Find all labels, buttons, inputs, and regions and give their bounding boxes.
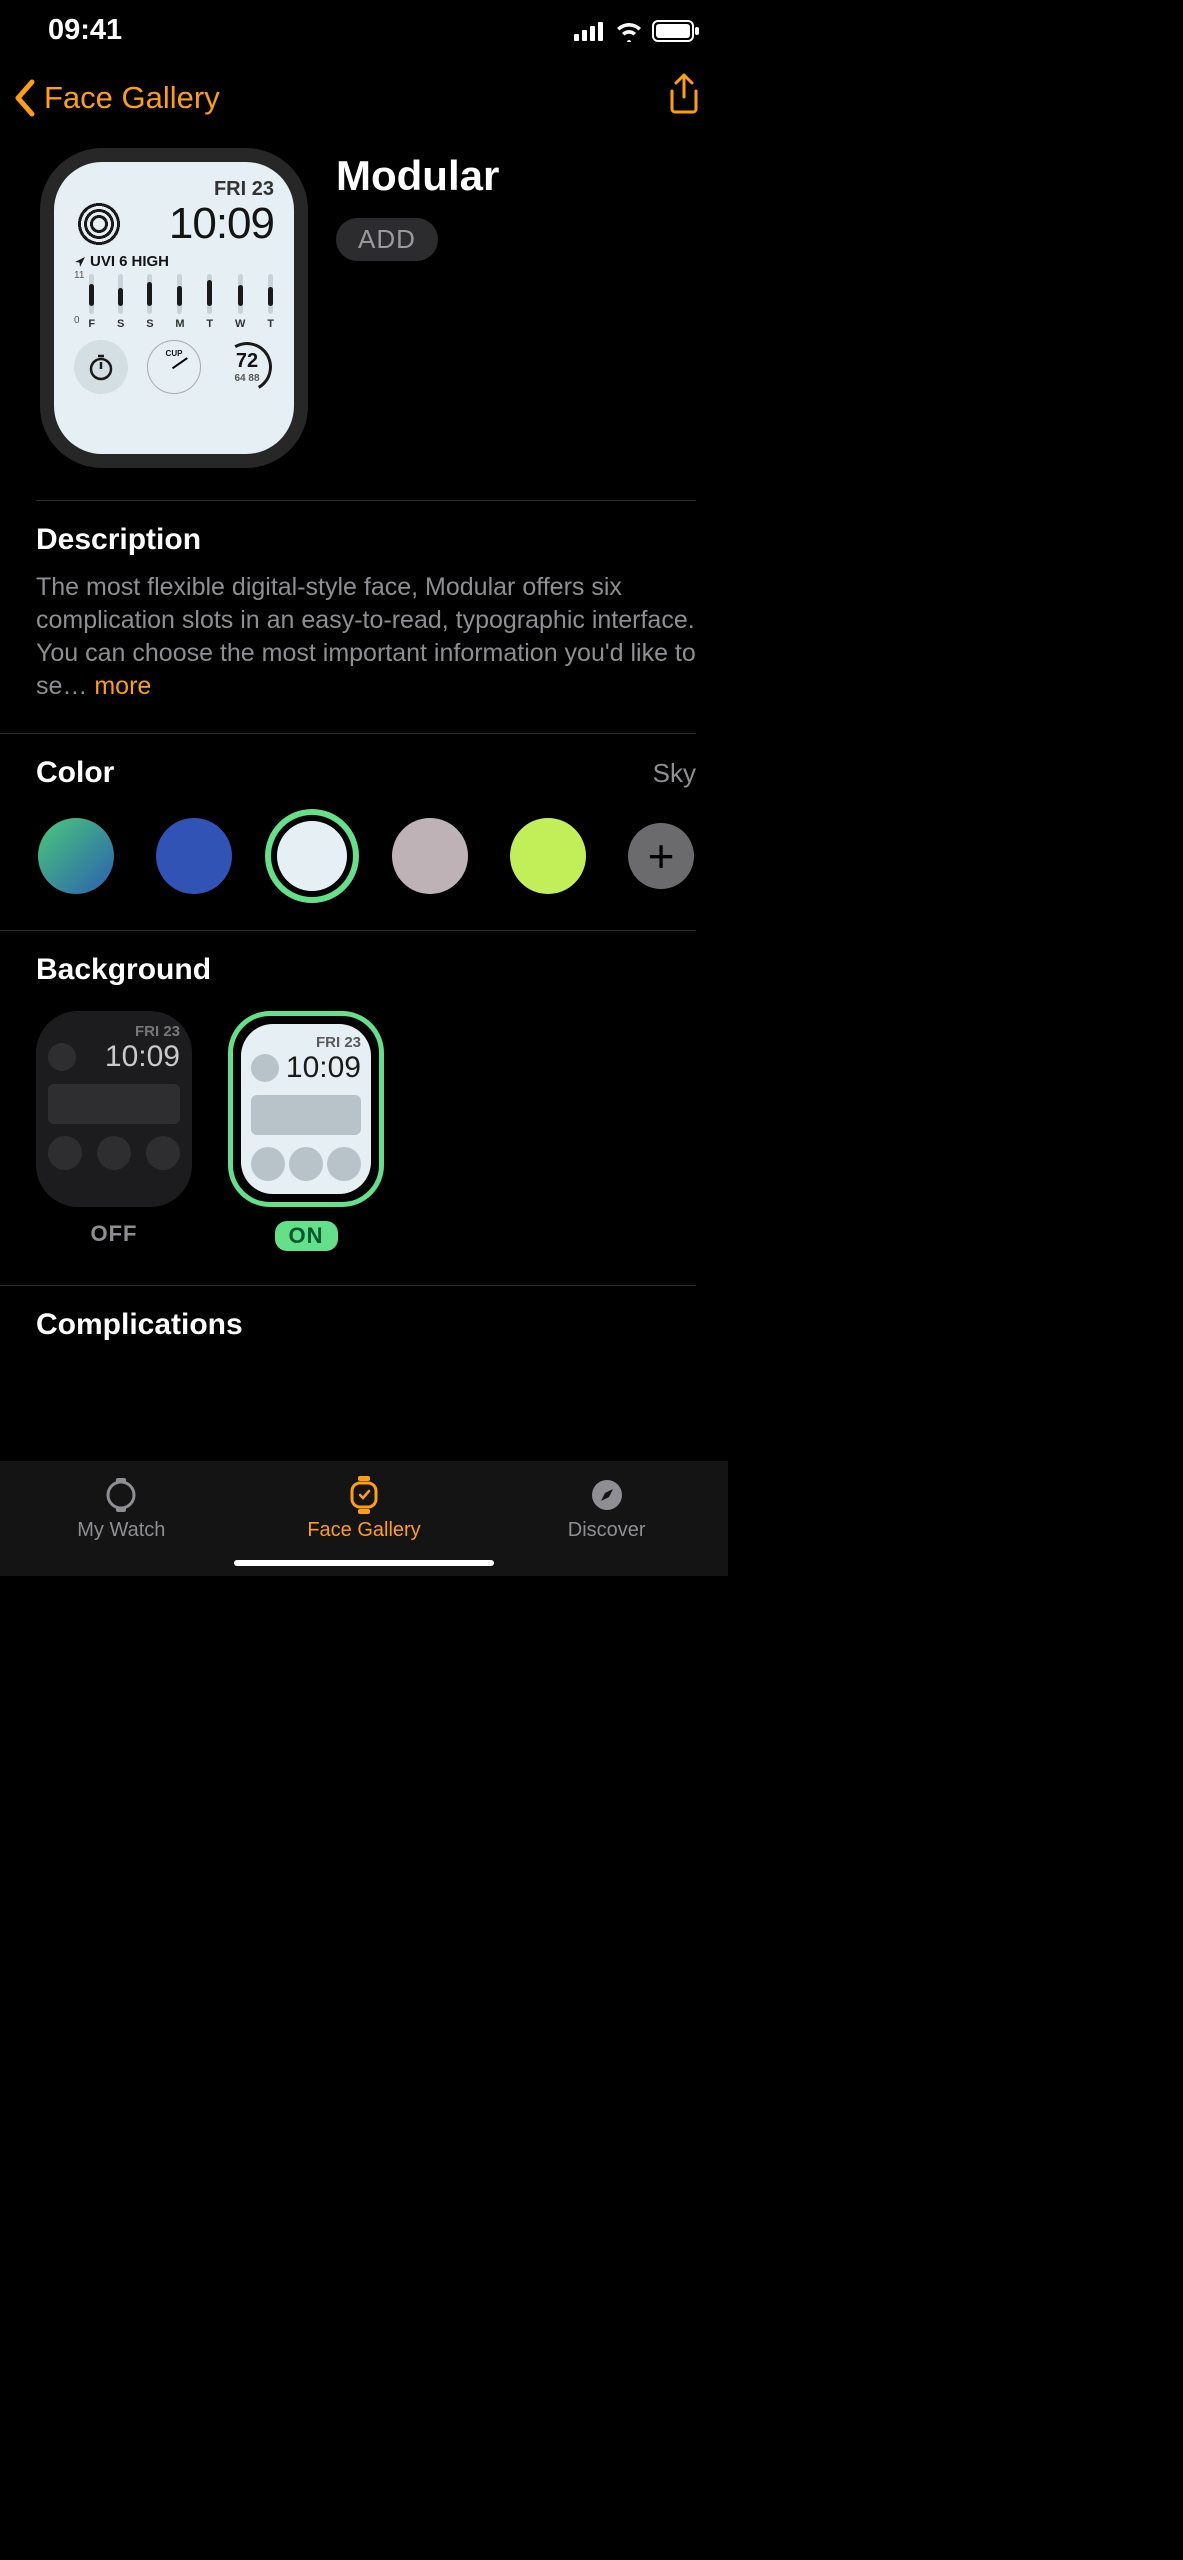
uv-level: HIGH	[132, 253, 170, 270]
color-section: Color Sky +	[0, 734, 728, 930]
cellular-icon	[574, 21, 606, 41]
color-swatch-mauve[interactable]	[392, 818, 468, 894]
compass-icon	[589, 1477, 625, 1513]
watch-icon	[103, 1477, 139, 1513]
share-button[interactable]	[666, 73, 702, 122]
hero-row: FRI 23 10:09 UVI 6 HIGH 11 0 F S S M	[0, 130, 728, 500]
status-bar: 09:41	[0, 0, 728, 55]
tab-face-gallery[interactable]: Face Gallery	[243, 1477, 486, 1542]
tab-label-discover: Discover	[568, 1519, 646, 1542]
face-title: Modular	[336, 152, 499, 200]
back-label: Face Gallery	[44, 80, 220, 116]
weather-complication: 72 64 88	[220, 340, 274, 394]
activity-rings-icon	[74, 199, 124, 249]
tab-label-face-gallery: Face Gallery	[307, 1519, 420, 1542]
section-title-description: Description	[36, 523, 696, 557]
uv-chart: F S S M T W T	[88, 274, 274, 330]
watch-screen: FRI 23 10:09 UVI 6 HIGH 11 0 F S S M	[54, 162, 294, 454]
tab-discover[interactable]: Discover	[485, 1477, 728, 1542]
tab-my-watch[interactable]: My Watch	[0, 1477, 243, 1542]
home-indicator[interactable]	[234, 1560, 494, 1566]
color-swatch-sky[interactable]	[265, 809, 359, 903]
nav-bar: Face Gallery	[0, 55, 728, 130]
background-label-off: OFF	[91, 1221, 138, 1247]
background-section: Background FRI 23 10:09 OFF FR	[0, 931, 728, 1285]
watch-face-preview[interactable]: FRI 23 10:09 UVI 6 HIGH 11 0 F S S M	[40, 148, 308, 468]
battery-icon	[652, 20, 700, 42]
section-title-background: Background	[36, 953, 696, 987]
compass-complication	[147, 340, 201, 394]
color-swatch-lime[interactable]	[510, 818, 586, 894]
preview-time: 10:09	[169, 199, 274, 249]
color-add-button[interactable]: +	[628, 823, 694, 889]
background-option-on[interactable]: FRI 23 10:09 ON	[228, 1011, 384, 1251]
status-indicators	[574, 20, 700, 42]
chart-scale: 11 0	[74, 270, 84, 326]
add-button[interactable]: ADD	[336, 218, 438, 261]
preview-date: FRI 23	[74, 178, 274, 201]
plus-icon: +	[648, 829, 675, 883]
color-swatch-row: +	[36, 810, 696, 900]
uv-value: UVI 6	[90, 253, 128, 270]
watch-face-icon	[349, 1475, 379, 1515]
tab-bar: My Watch Face Gallery Discover	[0, 1461, 728, 1576]
back-button[interactable]: Face Gallery	[10, 78, 220, 118]
description-section: Description The most flexible digital-st…	[0, 501, 728, 733]
complications-section: Complications	[0, 1286, 728, 1352]
background-label-on: ON	[275, 1221, 338, 1251]
color-current-value: Sky	[653, 758, 696, 789]
section-title-complications: Complications	[36, 1308, 696, 1342]
color-swatch-gradient-teal[interactable]	[38, 818, 114, 894]
background-option-off[interactable]: FRI 23 10:09 OFF	[36, 1011, 192, 1251]
uv-complication: UVI 6 HIGH	[74, 253, 274, 270]
tab-label-my-watch: My Watch	[77, 1519, 165, 1542]
share-icon	[666, 73, 702, 117]
location-icon	[74, 256, 86, 268]
status-time: 09:41	[48, 14, 122, 47]
timer-complication	[74, 340, 128, 394]
more-button[interactable]: more	[94, 672, 151, 700]
chevron-left-icon	[10, 78, 40, 118]
wifi-icon	[614, 20, 644, 42]
section-title-color: Color	[36, 756, 114, 790]
color-swatch-blue[interactable]	[156, 818, 232, 894]
